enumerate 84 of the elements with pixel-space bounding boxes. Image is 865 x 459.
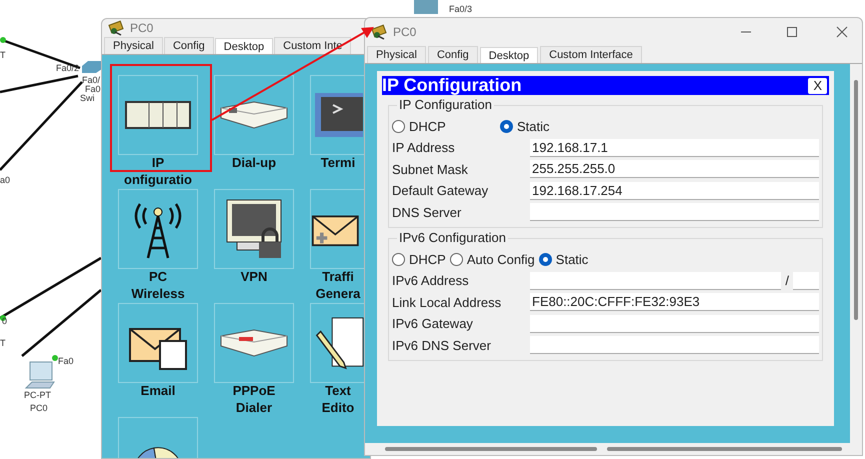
app-tile[interactable] bbox=[214, 75, 294, 155]
tab[interactable]: Custom Interface bbox=[540, 46, 642, 63]
port-label: Swi bbox=[80, 93, 95, 103]
radio-button[interactable] bbox=[392, 253, 405, 266]
app-label: onfiguratio bbox=[124, 173, 192, 187]
port-label: a0 bbox=[0, 175, 10, 185]
radio-label: DHCP bbox=[409, 250, 446, 269]
port-label: PC-PT bbox=[24, 390, 51, 400]
input-field[interactable] bbox=[530, 203, 819, 222]
input-field[interactable] bbox=[530, 272, 782, 290]
app-tile[interactable] bbox=[214, 189, 294, 269]
close-button[interactable]: X bbox=[808, 78, 827, 94]
radio-button[interactable] bbox=[450, 253, 463, 266]
maximize-icon[interactable] bbox=[786, 26, 798, 38]
tab[interactable]: Physical bbox=[367, 46, 426, 63]
app-label: IP bbox=[152, 156, 164, 170]
field-label: Default Gateway bbox=[392, 182, 490, 200]
field-label: DNS Server bbox=[392, 204, 462, 222]
radio-label: Auto Config bbox=[466, 250, 535, 269]
app-label: Termi bbox=[320, 156, 356, 170]
port-label: T bbox=[0, 338, 6, 348]
radio-label: DHCP bbox=[409, 118, 446, 136]
field-label: IPv6 DNS Server bbox=[392, 336, 492, 354]
field-label: IPv6 Address bbox=[392, 272, 470, 290]
input-field[interactable] bbox=[530, 314, 819, 333]
app-label: PPPoE bbox=[232, 384, 276, 398]
app-label: Genera bbox=[316, 287, 360, 301]
pc-app-icon bbox=[371, 24, 389, 40]
terminal-icon bbox=[313, 91, 363, 139]
field-label: Link Local Address bbox=[392, 294, 502, 312]
modem-icon bbox=[219, 328, 289, 358]
tab[interactable]: Desktop bbox=[214, 38, 274, 55]
window-title: PC0 bbox=[393, 24, 416, 41]
tab[interactable]: Desktop bbox=[480, 47, 538, 64]
app-label: Wireless bbox=[131, 287, 185, 301]
radio-button[interactable] bbox=[392, 120, 405, 133]
window-title: PC0 bbox=[130, 20, 154, 37]
app-label: Email bbox=[140, 384, 176, 398]
radio-label: Static bbox=[517, 118, 550, 136]
radio-button[interactable] bbox=[500, 120, 513, 133]
app-label: Edito bbox=[322, 401, 354, 415]
input-field[interactable]: 255.255.255.0 bbox=[530, 160, 819, 178]
port-label: Fa0 bbox=[58, 356, 74, 366]
app-label: Traffi bbox=[322, 270, 354, 284]
app-label: PC bbox=[148, 270, 168, 284]
tab[interactable]: Physical bbox=[104, 37, 163, 54]
pc-app-icon bbox=[108, 20, 126, 36]
group-legend: IPv6 Configuration bbox=[397, 230, 508, 246]
group-legend: IP Configuration bbox=[397, 97, 494, 113]
switch-icon bbox=[80, 60, 102, 74]
app-tile[interactable] bbox=[118, 303, 198, 383]
router-icon bbox=[414, 0, 438, 14]
app-tile[interactable] bbox=[310, 303, 366, 383]
prefix-separator: / bbox=[785, 272, 789, 290]
port-label: T bbox=[0, 50, 6, 60]
port-label: Fa0/3 bbox=[449, 4, 472, 14]
app-tile[interactable] bbox=[118, 189, 198, 269]
input-field[interactable]: FE80::20C:CFFF:FE32:93E3 bbox=[530, 293, 819, 312]
app-tile[interactable] bbox=[118, 75, 198, 155]
input-field[interactable] bbox=[530, 336, 819, 354]
tab[interactable]: Config bbox=[164, 37, 214, 54]
input-field[interactable]: 192.168.17.1 bbox=[530, 138, 819, 157]
app-label: Dial-up bbox=[232, 156, 276, 170]
app-tile[interactable] bbox=[310, 75, 366, 155]
desktop-computer-icon bbox=[24, 360, 56, 390]
field-label: Subnet Mask bbox=[392, 160, 469, 178]
field-label: IPv6 Gateway bbox=[392, 315, 474, 333]
radio-label: Static bbox=[556, 250, 588, 269]
input-field[interactable]: 192.168.17.254 bbox=[530, 182, 819, 200]
modem-icon bbox=[219, 100, 289, 130]
field-label: IP Address bbox=[392, 139, 456, 157]
port-label: Fa0 bbox=[85, 84, 101, 94]
close-icon[interactable] bbox=[836, 26, 848, 38]
tab[interactable]: Config bbox=[428, 46, 478, 63]
dialog-title: IP Configuration bbox=[382, 76, 522, 95]
app-label: Dialer bbox=[236, 401, 272, 415]
radio-button[interactable] bbox=[538, 253, 552, 266]
app-tile[interactable] bbox=[214, 303, 294, 383]
app-label: VPN bbox=[240, 270, 268, 284]
address-panel-icon bbox=[125, 98, 191, 132]
port-label: Fa0/ bbox=[82, 75, 100, 85]
port-label: PC0 bbox=[30, 403, 48, 413]
prefix-length-field[interactable] bbox=[793, 272, 819, 290]
app-label: Text bbox=[325, 384, 351, 398]
